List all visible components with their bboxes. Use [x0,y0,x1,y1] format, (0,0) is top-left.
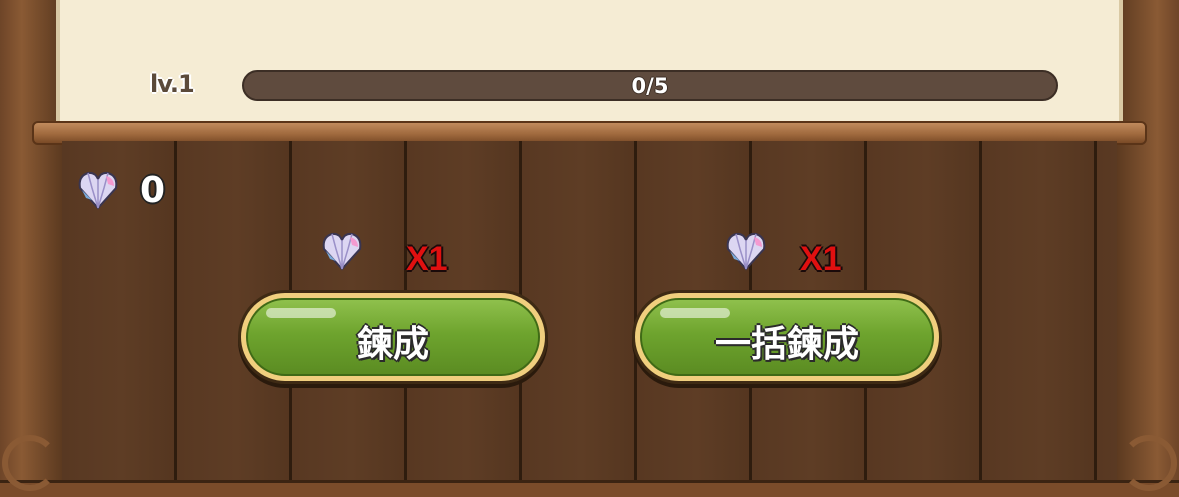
craft-cost-label: X1 [406,240,448,278]
crystal-heart-icon [322,232,362,271]
craft-all-cost-label: X1 [800,240,842,278]
info-panel [56,0,1123,122]
progress-text: 0/5 [631,74,669,98]
crystal-heart-icon [726,232,766,271]
level-progress-bar: 0/5 [242,70,1058,101]
craft-all-button[interactable]: 一括鍊成 [632,290,942,384]
scroll-ornament-left [2,435,58,491]
scroll-ornament-right [1121,435,1177,491]
wood-panel [62,141,1117,483]
craft-all-button-label: 一括鍊成 [714,324,859,365]
craft-button-label: 鍊成 [356,324,429,365]
bottom-frame [0,480,1179,497]
level-label: lv.1 [150,70,195,98]
craft-button[interactable]: 鍊成 [238,290,548,384]
currency-count: 0 [140,170,166,211]
crystal-heart-icon [78,171,118,210]
right-frame [1114,0,1179,497]
